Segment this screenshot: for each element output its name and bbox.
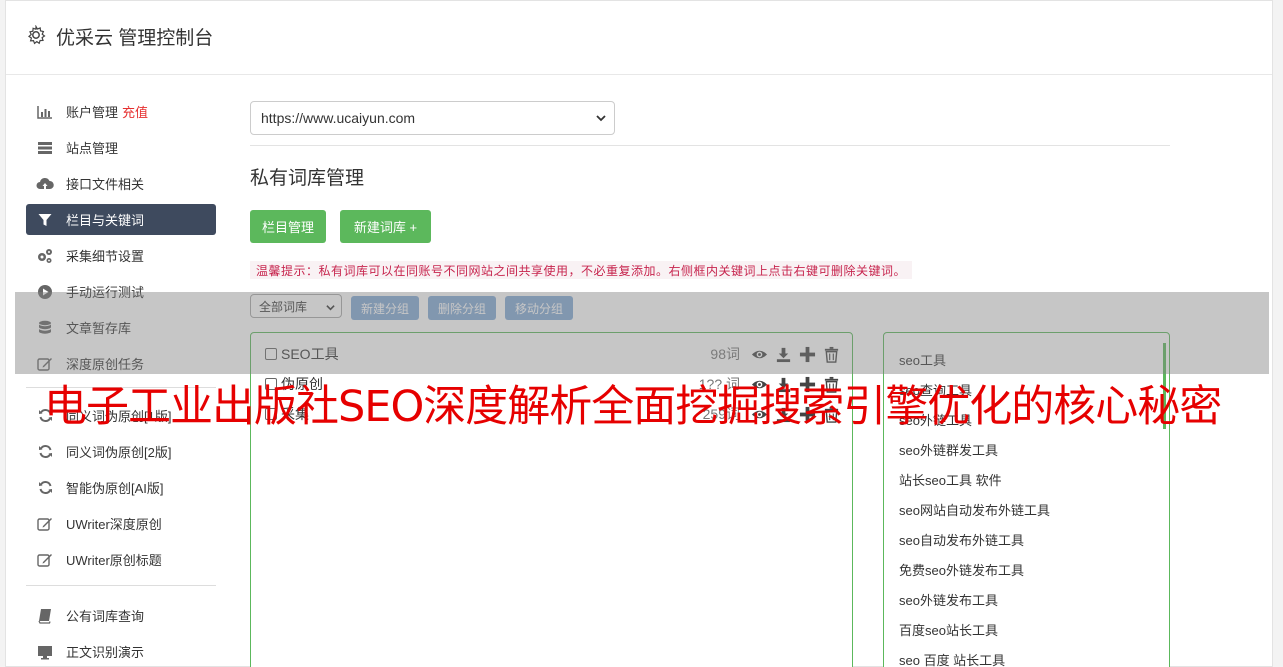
sidebar-item-api-files[interactable]: 接口文件相关	[26, 168, 216, 199]
sidebar-item-label: 公有词库查询	[66, 609, 145, 624]
sidebar-item-label: 接口文件相关	[66, 177, 145, 192]
edit-icon	[36, 516, 54, 532]
bar-chart-icon	[36, 104, 54, 120]
sidebar-item-label: 正文识别演示	[66, 645, 145, 660]
sidebar-item-public-lexicon[interactable]: 公有词库查询	[26, 600, 216, 631]
sidebar-item-label: 同义词伪原创[2版]	[66, 445, 172, 460]
keyword-item[interactable]: 免费seo外链发布工具	[899, 560, 1024, 579]
recharge-link[interactable]: 充值	[122, 102, 148, 121]
sidebar-item-label: UWriter原创标题	[66, 553, 162, 568]
gear-icon	[28, 25, 46, 45]
keyword-item[interactable]: seo网站自动发布外链工具	[899, 500, 1050, 519]
sidebar-item-label: 智能伪原创[AI版]	[66, 481, 164, 496]
filter-icon	[36, 212, 54, 228]
refresh-icon	[36, 444, 54, 460]
divider	[250, 145, 1170, 146]
sidebar-item-text-recognition[interactable]: 正文识别演示	[26, 636, 216, 667]
sidebar-item-label: 栏目与关键词	[66, 213, 145, 228]
sidebar-item-columns-keywords[interactable]: 栏目与关键词	[26, 204, 216, 235]
sidebar-item-synonym-v2[interactable]: 同义词伪原创[2版]	[26, 436, 216, 467]
tip-text: 温馨提示：私有词库可以在同账号不同网站之间共享使用，不必重复添加。右侧框内关键词…	[250, 261, 913, 279]
app-title: 优采云 管理控制台	[56, 28, 214, 49]
sidebar-item-label: UWriter深度原创	[66, 517, 162, 532]
refresh-icon	[36, 480, 54, 496]
keyword-item[interactable]: seo外链发布工具	[899, 590, 998, 609]
keyword-item[interactable]: seo自动发布外链工具	[899, 530, 1024, 549]
chevron-down-icon	[596, 115, 606, 122]
sidebar-item-collect-settings[interactable]: 采集细节设置	[26, 240, 216, 271]
column-manage-button[interactable]: 栏目管理	[250, 210, 326, 243]
overlay-band	[15, 292, 1269, 374]
edit-icon	[36, 552, 54, 568]
header: 优采云 管理控制台	[6, 1, 1272, 75]
cloud-upload-icon	[36, 176, 54, 192]
keyword-item[interactable]: seo外链群发工具	[899, 440, 998, 459]
keyword-item[interactable]: 站长seo工具 软件	[899, 470, 1002, 489]
sidebar-item-label: 采集细节设置	[66, 249, 145, 264]
server-icon	[36, 140, 54, 156]
book-icon	[36, 608, 54, 624]
sidebar-item-uwriter-title[interactable]: UWriter原创标题	[26, 544, 216, 575]
cogs-icon	[36, 248, 54, 264]
monitor-icon	[36, 644, 54, 660]
site-select-value: https://www.ucaiyun.com	[261, 110, 416, 126]
site-select[interactable]: https://www.ucaiyun.com	[250, 101, 615, 135]
sidebar-item-ai-rewrite[interactable]: 智能伪原创[AI版]	[26, 472, 216, 503]
overlay-headline: 电子工业出版社SEO深度解析全面挖掘搜索引擎优化的核心秘密	[44, 382, 1222, 432]
sidebar-item-uwriter-deep[interactable]: UWriter深度原创	[26, 508, 216, 539]
sidebar-item-label: 站点管理	[66, 141, 119, 156]
keyword-item[interactable]: seo 百度 站长工具	[899, 650, 1005, 667]
sidebar-item-sites[interactable]: 站点管理	[26, 132, 216, 163]
sidebar-divider	[26, 585, 216, 586]
new-library-button[interactable]: 新建词库 +	[340, 210, 431, 243]
page-title: 私有词库管理	[250, 168, 365, 189]
sidebar-item-label: 账户管理	[66, 105, 119, 120]
sidebar-item-account[interactable]: 账户管理 充值	[26, 96, 216, 127]
keyword-item[interactable]: 百度seo站长工具	[899, 620, 998, 639]
